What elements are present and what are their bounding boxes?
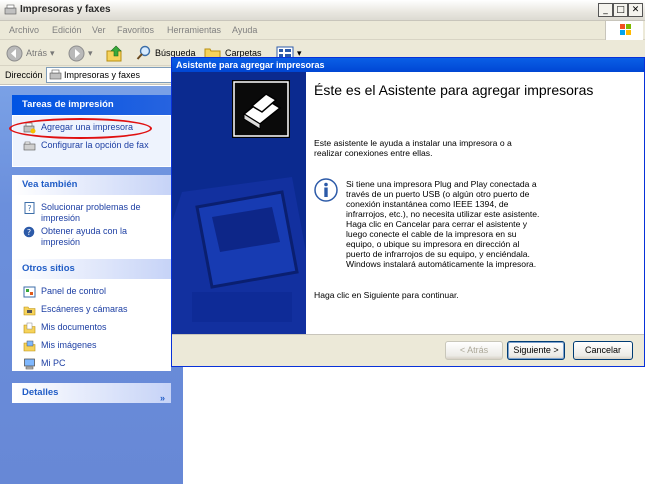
other-places-header[interactable]: Otros sitios — [12, 259, 171, 279]
address-label: Dirección — [5, 70, 43, 80]
menu-bar: Archivo Edición Ver Favoritos Herramient… — [0, 21, 645, 40]
highlight-annotation — [9, 118, 152, 139]
windows-logo-icon — [605, 21, 643, 40]
wizard-footer: < Atrás Siguiente > Cancelar — [172, 334, 644, 366]
my-computer-icon — [24, 358, 35, 370]
scanners-cameras-link[interactable]: Escáneres y cámaras — [23, 304, 164, 318]
menu-ver[interactable]: Ver — [92, 25, 106, 35]
svg-text:?: ? — [27, 204, 31, 213]
printing-help-link[interactable]: ? Obtener ayuda con la impresión — [23, 226, 164, 248]
menu-herramientas[interactable]: Herramientas — [167, 25, 221, 35]
expand-chevron-icon[interactable]: » — [160, 388, 165, 408]
back-label: Atrás — [26, 48, 48, 58]
control-panel-link[interactable]: Panel de control — [23, 286, 164, 300]
help-circle-icon: ? — [23, 226, 35, 238]
troubleshoot-printing-link[interactable]: ? Solucionar problemas de impresión — [23, 202, 164, 224]
wizard-next-button[interactable]: Siguiente > — [507, 341, 565, 360]
fax-icon — [23, 141, 36, 151]
wizard-continue-text: Haga clic en Siguiente para continuar. — [314, 290, 459, 300]
help-document-icon: ? — [24, 202, 35, 214]
wizard-heading: Éste es el Asistente para agregar impres… — [314, 82, 594, 98]
wizard-info-text: Si tiene una impresora Plug and Play con… — [346, 179, 540, 269]
address-field[interactable]: Impresoras y faxes — [46, 67, 176, 83]
window-title: Impresoras y faxes — [20, 4, 111, 15]
printer-folder-icon — [49, 69, 62, 80]
see-also-header[interactable]: Vea también — [12, 175, 171, 195]
back-button[interactable]: Atrás ▾ — [6, 44, 55, 62]
details-header[interactable]: Detalles » — [12, 383, 171, 403]
menu-archivo[interactable]: Archivo — [9, 25, 39, 35]
wizard-back-button[interactable]: < Atrás — [445, 341, 503, 360]
other-places-panel: Otros sitios Panel de control Escáneres … — [12, 259, 171, 371]
wizard-printer-artwork-icon — [172, 72, 306, 334]
my-pictures-link[interactable]: Mis imágenes — [23, 340, 164, 354]
back-dropdown-icon[interactable]: ▾ — [50, 48, 55, 59]
title-bar: Impresoras y faxes _ □ ✕ — [0, 0, 645, 21]
forward-button[interactable]: ▾ — [68, 44, 93, 62]
see-also-panel: Vea también ? Solucionar problemas de im… — [12, 175, 171, 259]
maximize-button[interactable]: □ — [613, 3, 628, 17]
svg-text:?: ? — [27, 228, 31, 237]
minimize-button[interactable]: _ — [598, 3, 613, 17]
menu-ayuda[interactable]: Ayuda — [232, 25, 257, 35]
wizard-cancel-button[interactable]: Cancelar — [573, 341, 633, 360]
address-value: Impresoras y faxes — [64, 70, 141, 80]
search-icon — [136, 45, 151, 60]
control-panel-icon — [23, 286, 36, 298]
wizard-banner — [172, 72, 306, 334]
forward-dropdown-icon[interactable]: ▾ — [88, 48, 93, 59]
forward-arrow-icon — [68, 45, 85, 61]
menu-favoritos[interactable]: Favoritos — [117, 25, 154, 35]
my-pictures-icon — [23, 340, 36, 352]
printer-tasks-header[interactable]: Tareas de impresión — [12, 95, 171, 115]
configure-fax-link[interactable]: Configurar la opción de fax — [23, 140, 164, 154]
details-panel: Detalles » — [12, 383, 171, 403]
back-arrow-icon — [6, 45, 23, 61]
my-computer-link[interactable]: Mi PC — [23, 358, 164, 372]
wizard-content: Éste es el Asistente para agregar impres… — [306, 72, 644, 334]
menu-edicion[interactable]: Edición — [52, 25, 82, 35]
my-documents-icon — [23, 322, 36, 334]
scanner-camera-icon — [23, 306, 36, 316]
task-pane: Tareas de impresión Agregar una impresor… — [0, 86, 183, 484]
printer-folder-icon — [4, 4, 17, 15]
my-documents-link[interactable]: Mis documentos — [23, 322, 164, 336]
wizard-intro-text: Este asistente le ayuda a instalar una i… — [314, 138, 512, 158]
add-printer-wizard-dialog: Asistente para agregar impresoras Éste e… — [171, 57, 645, 367]
close-button[interactable]: ✕ — [628, 3, 643, 17]
info-icon — [314, 178, 338, 202]
up-folder-button[interactable] — [106, 44, 124, 62]
wizard-title-bar: Asistente para agregar impresoras — [172, 58, 644, 72]
up-folder-icon — [106, 45, 122, 61]
